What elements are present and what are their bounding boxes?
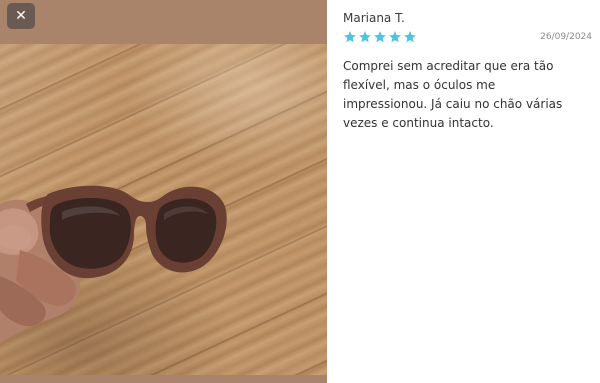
star-icon <box>359 31 371 43</box>
star-rating <box>343 30 417 44</box>
sunglasses-image <box>0 185 227 344</box>
star-icon <box>374 31 386 43</box>
star-icon <box>389 31 401 43</box>
review-text: Comprei sem acreditar que era tão flexív… <box>343 59 563 130</box>
review-details: Mariana T. 26/09/2024 Comprei sem acredi… <box>327 0 600 383</box>
star-icon <box>344 31 356 43</box>
review-date: 26/09/2024 <box>540 32 592 42</box>
review-photo <box>0 44 327 375</box>
review-media-panel: ✕ <box>0 0 327 383</box>
media-bottom-strip <box>0 375 327 383</box>
star-icon <box>404 31 416 43</box>
review-modal: ✕ Mariana T. 26/09/2024 Comprei sem acre… <box>0 0 600 383</box>
close-button[interactable]: ✕ <box>7 3 35 29</box>
close-icon: ✕ <box>15 8 27 24</box>
review-meta-row: 26/09/2024 <box>343 28 592 46</box>
reviewer-name: Mariana T. <box>343 11 405 25</box>
